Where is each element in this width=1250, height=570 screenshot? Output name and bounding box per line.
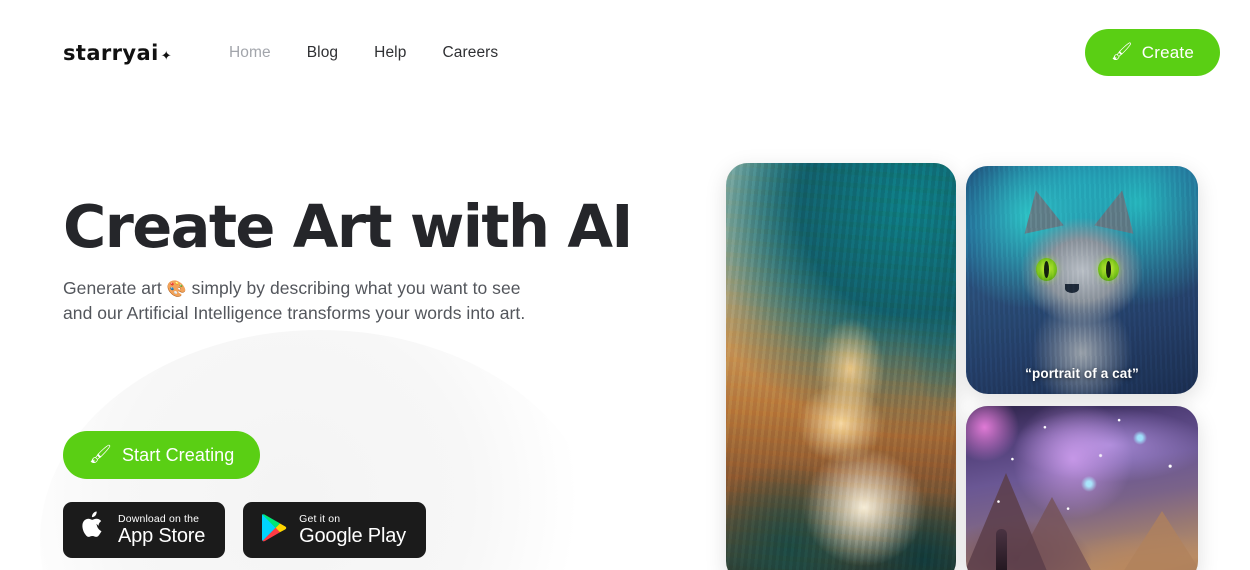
nav-item-blog[interactable]: Blog <box>307 44 338 62</box>
mountain-peak-right <box>1116 511 1198 570</box>
cat-eye-right <box>1098 258 1119 281</box>
google-play-logo-icon <box>261 513 287 547</box>
cat-artwork-image <box>966 166 1198 394</box>
hero-subtitle: Generate art 🎨 simply by describing what… <box>63 276 623 327</box>
app-store-main-line: App Store <box>118 524 206 547</box>
subtitle-part-3: and our Artificial Intelligence transfor… <box>63 303 526 324</box>
cathedral-artwork-image <box>726 163 956 570</box>
google-play-badge[interactable]: Get it on Google Play <box>243 502 426 558</box>
google-play-main-line: Google Play <box>299 524 406 547</box>
landing-page: starryai ✦ Home Blog Help Careers 🖌 Crea… <box>0 0 1250 570</box>
paintbrush-icon: 🖌 <box>89 444 112 465</box>
nav-item-home[interactable]: Home <box>229 44 271 62</box>
gallery-card-caption: “portrait of a cat” <box>1025 366 1139 381</box>
starryai-logo[interactable]: starryai ✦ <box>63 41 172 65</box>
cat-eye-left <box>1036 258 1057 281</box>
create-button-label: Create <box>1141 42 1194 62</box>
logo-wordmark: starryai <box>63 40 159 65</box>
gallery-card-cathedral[interactable]: “Cathedral of Dreams” <box>726 163 956 570</box>
mountain-peak-left <box>966 473 1052 570</box>
start-creating-button[interactable]: 🖌 Start Creating <box>63 431 261 479</box>
cosmos-artwork-image <box>966 406 1198 570</box>
start-creating-label: Start Creating <box>121 444 235 465</box>
create-button[interactable]: 🖌 Create <box>1084 29 1220 76</box>
google-play-text: Get it on Google Play <box>299 513 406 547</box>
apple-logo-icon <box>81 510 106 546</box>
sparkle-icon: ✦ <box>160 48 172 64</box>
app-store-text: Download on the App Store <box>118 513 205 547</box>
palette-icon: 🎨 <box>166 278 187 298</box>
gallery-card-cat[interactable]: “portrait of a cat” <box>966 166 1198 394</box>
subtitle-part-1: Generate art <box>63 277 167 298</box>
app-store-badge[interactable]: Download on the App Store <box>63 502 226 558</box>
cat-nose <box>1065 284 1079 293</box>
subtitle-part-2: simply by describing what you want to se… <box>186 277 521 298</box>
standing-figure <box>996 529 1007 570</box>
cat-ear-left <box>1016 186 1064 234</box>
hero-copy: Create Art with AI Generate art 🎨 simply… <box>63 192 683 327</box>
gallery-card-cosmos[interactable]: “AI in Control of The World” <box>966 406 1198 570</box>
top-navigation-bar: starryai ✦ Home Blog Help Careers 🖌 Crea… <box>0 0 1250 105</box>
primary-nav: Home Blog Help Careers <box>229 44 498 62</box>
app-store-badges: Download on the App Store Get it on Goog… <box>63 502 426 558</box>
google-play-top-line: Get it on <box>299 512 341 525</box>
paintbrush-icon: 🖌 <box>1110 42 1133 62</box>
page-title: Create Art with AI <box>63 192 633 261</box>
nav-item-careers[interactable]: Careers <box>442 44 498 62</box>
app-store-top-line: Download on the <box>118 512 200 525</box>
mountain-peak-mid <box>1006 497 1098 570</box>
nav-item-help[interactable]: Help <box>374 44 406 62</box>
cat-ear-right <box>1094 186 1142 234</box>
